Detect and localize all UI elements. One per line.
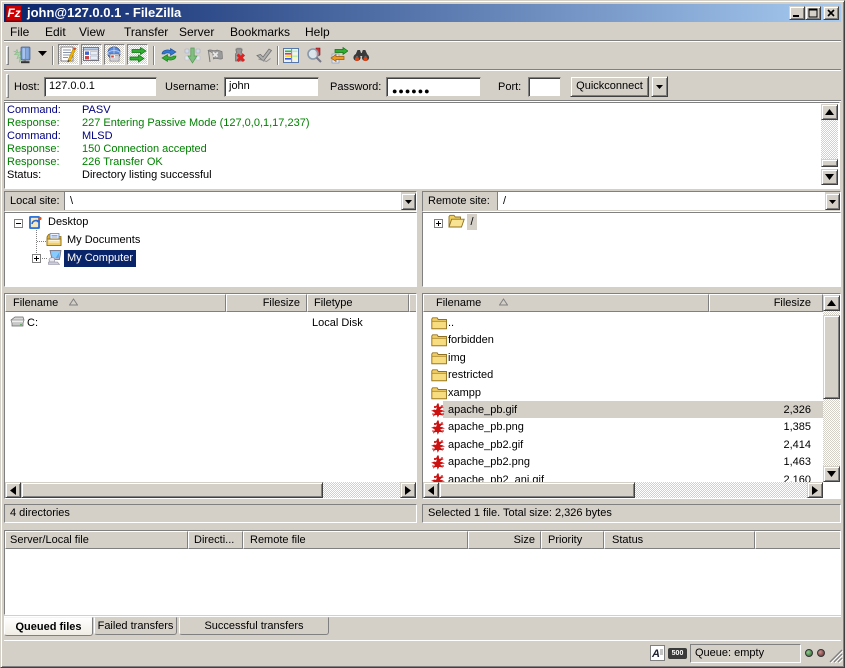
svg-text:A: A [651, 648, 660, 660]
